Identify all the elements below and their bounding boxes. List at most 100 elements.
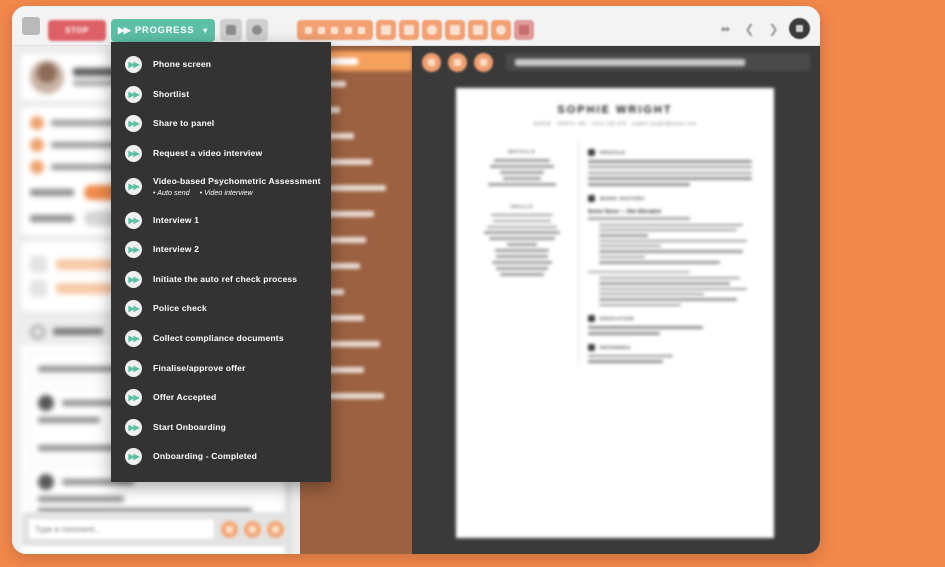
menu-grid-icon[interactable] xyxy=(22,17,40,35)
fast-forward-icon: ▶▶ xyxy=(125,330,142,348)
briefcase-icon[interactable] xyxy=(399,20,419,40)
history-icon xyxy=(31,324,45,339)
menu-item-video-psychometric-assessment[interactable]: ▶▶ Video-based Psychometric Assessment •… xyxy=(111,168,331,205)
section-bullet-icon xyxy=(588,343,595,351)
phone-icon xyxy=(30,138,44,152)
menu-item-collect-compliance-documents[interactable]: ▶▶ Collect compliance documents xyxy=(111,324,331,354)
fast-forward-icon: ▶▶ xyxy=(125,85,142,103)
menu-item-label: Start Onboarding xyxy=(153,421,227,432)
stop-label: STOP xyxy=(65,26,89,35)
progress-label: PROGRESS xyxy=(134,25,195,36)
menu-item-interview-1[interactable]: ▶▶ Interview 1 xyxy=(111,205,331,235)
resume-job-title: Senior Nurse — Site Allocation xyxy=(588,208,662,215)
mention-icon[interactable] xyxy=(244,520,261,538)
expand-icon[interactable]: ⬌ xyxy=(717,20,734,37)
next-icon[interactable]: ❯ xyxy=(765,20,782,37)
menu-item-interview-2[interactable]: ▶▶ Interview 2 xyxy=(111,235,331,265)
menu-item-finalise-approve-offer[interactable]: ▶▶ Finalise/approve offer xyxy=(111,353,331,383)
top-toolbar: STOP ▶▶ PROGRESS ▾ ⬌ ❮ ❯ xyxy=(12,6,820,46)
fast-forward-icon: ▶▶ xyxy=(125,448,142,466)
email-icon xyxy=(30,160,44,174)
star-rating-icon[interactable] xyxy=(297,20,373,40)
fast-forward-icon: ▶▶ xyxy=(125,56,142,74)
resume-section: EDUCATION xyxy=(588,315,752,323)
menu-item-label: Collect compliance documents xyxy=(153,333,284,344)
menu-item-police-check[interactable]: ▶▶ Police check xyxy=(111,294,331,324)
menu-item-label: Shortlist xyxy=(153,88,190,99)
print-icon[interactable] xyxy=(448,52,467,72)
menu-item-initiate-auto-ref-check[interactable]: ▶▶ Initiate the auto ref check process xyxy=(111,265,331,295)
menu-item-onboarding-completed[interactable]: ▶▶ Onboarding - Completed xyxy=(111,442,331,472)
progress-button[interactable]: ▶▶ PROGRESS ▾ xyxy=(111,19,215,42)
refresh-icon[interactable] xyxy=(491,20,511,40)
previous-icon[interactable]: ❮ xyxy=(741,20,758,37)
resume-section-title: EDUCATION xyxy=(600,316,635,322)
send-icon[interactable] xyxy=(267,520,284,538)
send-icon[interactable] xyxy=(376,20,396,40)
menu-item-label: Interview 2 xyxy=(153,244,200,255)
app-window: STOP ▶▶ PROGRESS ▾ ⬌ ❮ ❯ Type a comment.… xyxy=(12,6,820,554)
comment-bar xyxy=(21,512,291,546)
menu-item-label: Offer Accepted xyxy=(153,392,217,403)
source-label xyxy=(30,215,74,222)
chevron-down-icon: ▾ xyxy=(203,26,208,35)
cv-icon xyxy=(30,256,47,273)
resume-page: SOPHIE WRIGHT NURSE · PERTH, WA · 0412 3… xyxy=(456,88,774,538)
note-icon[interactable] xyxy=(468,20,488,40)
location-icon xyxy=(30,116,44,130)
delete-icon[interactable] xyxy=(514,20,534,40)
fast-forward-icon: ▶▶ xyxy=(125,115,142,133)
resume-body: DETAILS SKILLS PROFILE WORK HISTORY Seni… xyxy=(478,140,752,367)
resume-right-column: PROFILE WORK HISTORY Senior Nurse — Site… xyxy=(578,140,752,367)
menu-item-label: Police check xyxy=(153,303,207,314)
resume-section-title: SKILLS xyxy=(510,203,534,209)
menu-item-label: Onboarding - Completed xyxy=(153,451,258,462)
fast-forward-icon: ▶▶ xyxy=(125,300,142,318)
resume-left-column: DETAILS SKILLS xyxy=(478,140,566,366)
stop-button[interactable]: STOP xyxy=(48,20,106,41)
fast-forward-icon: ▶▶ xyxy=(125,145,142,163)
menu-item-label: Finalise/approve offer xyxy=(153,362,246,373)
toolbar-action-icons xyxy=(297,20,534,40)
event-icon xyxy=(38,474,54,490)
resume-section: WORK HISTORY xyxy=(588,194,752,202)
doc-icon xyxy=(30,280,47,297)
fast-forward-icon: ▶▶ xyxy=(118,25,131,35)
event-icon xyxy=(38,395,54,411)
document-toolbar xyxy=(412,46,820,78)
menu-item-offer-accepted[interactable]: ▶▶ Offer Accepted xyxy=(111,383,331,413)
grid-icon[interactable] xyxy=(220,19,242,41)
menu-item-label: Request a video interview xyxy=(153,148,263,159)
comment-input[interactable] xyxy=(28,518,215,540)
resume-section-title: WORK HISTORY xyxy=(600,195,646,201)
edit-icon[interactable] xyxy=(445,20,465,40)
resume-section: REFEREES xyxy=(588,343,752,351)
resume-section-title: PROFILE xyxy=(600,150,626,155)
resume-contact: NURSE · PERTH, WA · 0412 345 678 · sophi… xyxy=(533,121,697,126)
toolbar-right-controls: ⬌ ❮ ❯ xyxy=(717,18,810,39)
download-icon[interactable] xyxy=(422,52,441,72)
menu-item-label: Share to panel xyxy=(153,118,215,129)
fast-forward-icon: ▶▶ xyxy=(125,389,142,407)
menu-item-label: Video-based Psychometric Assessment xyxy=(153,175,321,186)
menu-item-label: Phone screen xyxy=(153,59,212,70)
tag-icon[interactable] xyxy=(422,20,442,40)
fullscreen-icon[interactable] xyxy=(474,52,493,72)
section-bullet-icon xyxy=(588,149,595,156)
menu-item-shortlist[interactable]: ▶▶ Shortlist xyxy=(111,80,331,110)
avatar xyxy=(30,60,64,94)
menu-item-phone-screen[interactable]: ▶▶ Phone screen xyxy=(111,50,331,80)
close-icon[interactable] xyxy=(789,18,810,39)
resume-section-title: DETAILS xyxy=(508,149,536,154)
resume-section-title: REFEREES xyxy=(600,344,632,350)
fast-forward-icon: ▶▶ xyxy=(125,178,142,196)
menu-item-start-onboarding[interactable]: ▶▶ Start Onboarding xyxy=(111,413,331,443)
progress-dropdown-menu: ▶▶ Phone screen ▶▶ Shortlist ▶▶ Share to… xyxy=(111,42,331,482)
settings-icon[interactable] xyxy=(246,19,268,41)
menu-item-request-video-interview[interactable]: ▶▶ Request a video interview xyxy=(111,139,331,169)
document-received-label xyxy=(506,53,810,71)
menu-item-share-to-panel[interactable]: ▶▶ Share to panel xyxy=(111,109,331,139)
menu-item-label: Initiate the auto ref check process xyxy=(153,273,298,284)
fast-forward-icon: ▶▶ xyxy=(125,418,142,436)
attach-icon[interactable] xyxy=(221,520,238,538)
